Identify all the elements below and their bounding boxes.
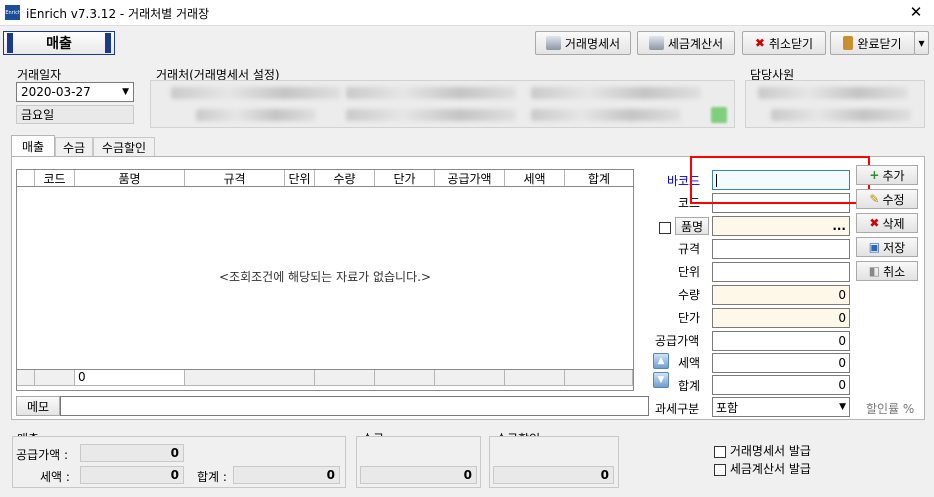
grid-empty-message: <조회조건에 해당되는 자료가 없습니다.> bbox=[218, 270, 431, 284]
unit-label: 단위 bbox=[678, 265, 701, 279]
title-bar: iEnrich iEnrich v7.3.12 - 거래처별 거래장 ✕ bbox=[0, 0, 934, 26]
tax-invoice-button[interactable]: 세금계산서 bbox=[637, 31, 735, 55]
cancel-button[interactable]: ◧ 취소 bbox=[856, 261, 918, 281]
collection-summary-value: 0 bbox=[360, 466, 477, 484]
tab-sales[interactable]: 매출 bbox=[11, 135, 55, 157]
done-close-dropdown[interactable]: ▾ bbox=[914, 31, 929, 55]
issue-invoice-checkbox[interactable] bbox=[714, 445, 726, 458]
discount-summary-value: 0 bbox=[493, 466, 614, 484]
tax-type-label: 과세구분 bbox=[655, 402, 700, 416]
tab-collection-discount[interactable]: 수금할인 bbox=[93, 137, 155, 157]
supply-label: 공급가액 bbox=[655, 334, 700, 348]
close-window-icon[interactable]: ✕ bbox=[906, 3, 926, 21]
supply-input[interactable]: 0 bbox=[712, 331, 850, 351]
manager-info-panel bbox=[745, 80, 925, 128]
issue-invoice-option[interactable]: 거래명세서 발급 bbox=[714, 442, 811, 459]
tax-summary-value: 0 bbox=[80, 466, 184, 484]
grid-header: 코드 품명 규격 단위 수량 단가 공급가액 세액 합계 bbox=[17, 170, 633, 187]
trade-date-picker[interactable]: 2020-03-27 ▼ bbox=[16, 82, 134, 102]
cancel-close-button[interactable]: ✖ 취소닫기 bbox=[742, 31, 826, 55]
tax-input[interactable]: 0 bbox=[712, 353, 850, 373]
items-grid[interactable]: 코드 품명 규격 단위 수량 단가 공급가액 세액 합계 <조회조건에 해당되는… bbox=[16, 169, 634, 391]
qty-label: 수량 bbox=[678, 288, 701, 302]
add-icon: + bbox=[869, 168, 880, 182]
printer-icon bbox=[648, 36, 664, 50]
column-header[interactable]: 규격 bbox=[185, 170, 285, 186]
item-name-checkbox[interactable] bbox=[659, 220, 671, 234]
column-header[interactable]: 단위 bbox=[285, 170, 315, 186]
total-summary-label: 합계 : bbox=[197, 470, 227, 484]
arrow-up-icon[interactable]: ▲ bbox=[653, 353, 669, 369]
column-header[interactable]: 수량 bbox=[315, 170, 375, 186]
pencil-icon: ✎ bbox=[869, 192, 880, 206]
supply-summary-value: 0 bbox=[80, 444, 184, 462]
client-info-panel bbox=[150, 80, 735, 128]
mode-indicator: 매출 bbox=[3, 31, 115, 55]
spec-input[interactable] bbox=[712, 239, 850, 259]
delete-button[interactable]: ✖ 삭제 bbox=[856, 213, 918, 233]
memo-label: 메모 bbox=[16, 396, 60, 416]
column-header[interactable]: 합계 bbox=[565, 170, 633, 186]
add-button[interactable]: + 추가 bbox=[856, 165, 918, 185]
highlight-box bbox=[690, 156, 870, 204]
trade-date-label: 거래일자 bbox=[17, 68, 62, 82]
invoice-button[interactable]: 거래명세서 bbox=[535, 31, 631, 55]
app-logo-icon: iEnrich bbox=[4, 5, 21, 20]
qty-input[interactable]: 0 bbox=[712, 285, 850, 305]
x-icon: ✖ bbox=[754, 36, 765, 50]
grid-footer: 0 bbox=[17, 369, 633, 386]
ellipsis-icon[interactable]: ... bbox=[832, 219, 846, 233]
cancel-icon: ◧ bbox=[868, 264, 881, 278]
done-close-button[interactable]: 완료닫기 bbox=[830, 31, 915, 55]
chevron-down-icon: ▼ bbox=[122, 87, 129, 97]
tax-type-select[interactable]: 포함 ▼ bbox=[712, 397, 850, 417]
total-input[interactable]: 0 bbox=[712, 375, 850, 395]
printer-icon bbox=[545, 36, 561, 50]
save-icon: ▣ bbox=[868, 240, 881, 254]
price-input[interactable]: 0 bbox=[712, 308, 850, 328]
column-header[interactable]: 단가 bbox=[375, 170, 435, 186]
tax-summary-label: 세액 : bbox=[40, 470, 70, 484]
mode-label: 매출 bbox=[46, 36, 72, 52]
save-button[interactable]: ▣ 저장 bbox=[856, 237, 918, 257]
tax-label: 세액 bbox=[678, 356, 701, 370]
memo-input[interactable] bbox=[60, 396, 649, 416]
total-summary-value: 0 bbox=[233, 466, 340, 484]
issue-tax-invoice-checkbox[interactable] bbox=[714, 463, 726, 476]
column-header[interactable]: 세액 bbox=[505, 170, 565, 186]
door-icon bbox=[843, 36, 854, 50]
column-header[interactable]: 공급가액 bbox=[435, 170, 505, 186]
discount-rate-label: 할인률 % bbox=[866, 402, 915, 416]
column-header[interactable]: 코드 bbox=[35, 170, 75, 186]
price-label: 단가 bbox=[678, 311, 701, 325]
window-title: iEnrich v7.3.12 - 거래처별 거래장 bbox=[26, 7, 210, 21]
tab-collection[interactable]: 수금 bbox=[55, 137, 93, 157]
spec-label: 규격 bbox=[678, 242, 701, 256]
grid-footer-count: 0 bbox=[75, 370, 185, 386]
chevron-down-icon: ▼ bbox=[839, 402, 846, 412]
arrow-down-icon[interactable]: ▼ bbox=[653, 372, 669, 388]
item-name-input[interactable]: ... bbox=[712, 216, 850, 236]
delete-icon: ✖ bbox=[869, 216, 880, 230]
edit-button[interactable]: ✎ 수정 bbox=[856, 189, 918, 209]
supply-summary-label: 공급가액 : bbox=[16, 448, 69, 462]
weekday-display: 금요일 bbox=[16, 105, 134, 124]
item-name-button[interactable]: 품명 bbox=[675, 217, 709, 235]
unit-input[interactable] bbox=[712, 262, 850, 282]
total-label: 합계 bbox=[678, 379, 701, 393]
issue-tax-invoice-option[interactable]: 세금계산서 발급 bbox=[714, 460, 811, 477]
column-header[interactable]: 품명 bbox=[75, 170, 185, 186]
